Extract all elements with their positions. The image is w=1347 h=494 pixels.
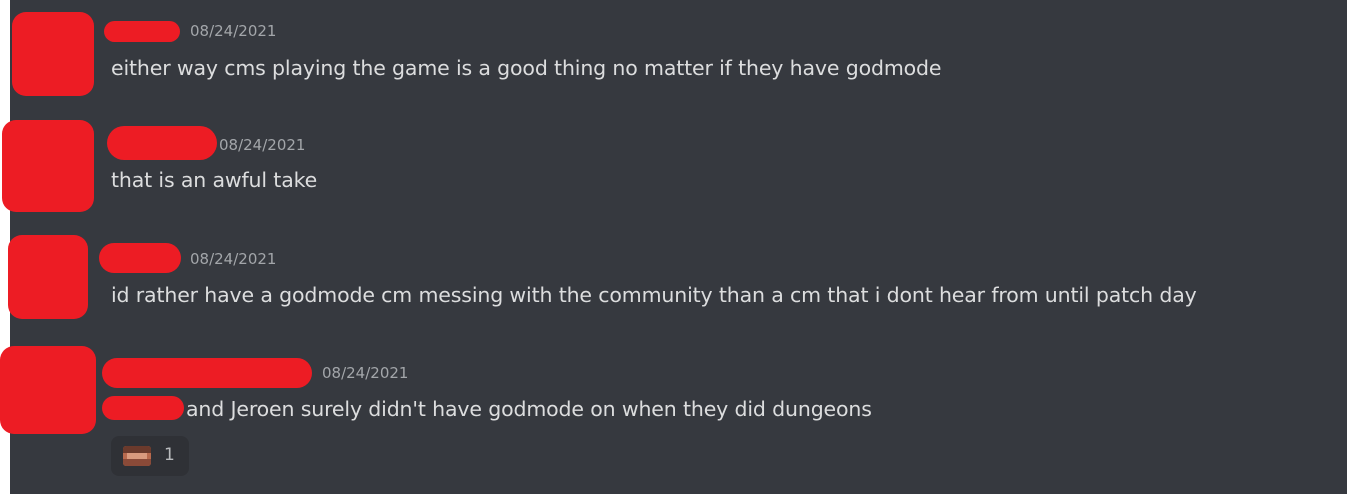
avatar-redacted[interactable]: [2, 120, 94, 212]
message-timestamp: 08/24/2021: [322, 364, 409, 382]
username-redacted[interactable]: [99, 243, 181, 273]
reaction-count: 1: [164, 445, 175, 465]
message-text: either way cms playing the game is a goo…: [111, 56, 942, 80]
chat-log: 08/24/2021 either way cms playing the ga…: [0, 0, 1347, 494]
message-text: id rather have a godmode cm messing with…: [111, 283, 1197, 307]
message-text: that is an awful take: [111, 168, 318, 192]
message-timestamp: 08/24/2021: [190, 250, 277, 268]
username-redacted[interactable]: [104, 21, 180, 42]
face-emoji-icon: [123, 446, 151, 466]
mention-redacted[interactable]: [102, 396, 184, 420]
reaction-button[interactable]: 1: [111, 436, 189, 476]
username-redacted[interactable]: [102, 358, 312, 388]
message-text: and Jeroen surely didn't have godmode on…: [186, 397, 872, 421]
avatar-redacted[interactable]: [8, 235, 88, 319]
chat-message: 08/24/2021 either way cms playing the ga…: [10, 0, 1347, 110]
chat-message: 08/24/2021 id rather have a godmode cm m…: [8, 225, 1347, 340]
message-timestamp: 08/24/2021: [219, 136, 306, 154]
avatar-redacted[interactable]: [0, 346, 96, 434]
avatar-redacted[interactable]: [12, 12, 94, 96]
chat-message: 08/24/2021 that is an awful take: [2, 110, 1347, 225]
chat-message: 08/24/2021 and Jeroen surely didn't have…: [0, 340, 1347, 494]
username-redacted[interactable]: [107, 126, 217, 160]
message-timestamp: 08/24/2021: [190, 22, 277, 40]
